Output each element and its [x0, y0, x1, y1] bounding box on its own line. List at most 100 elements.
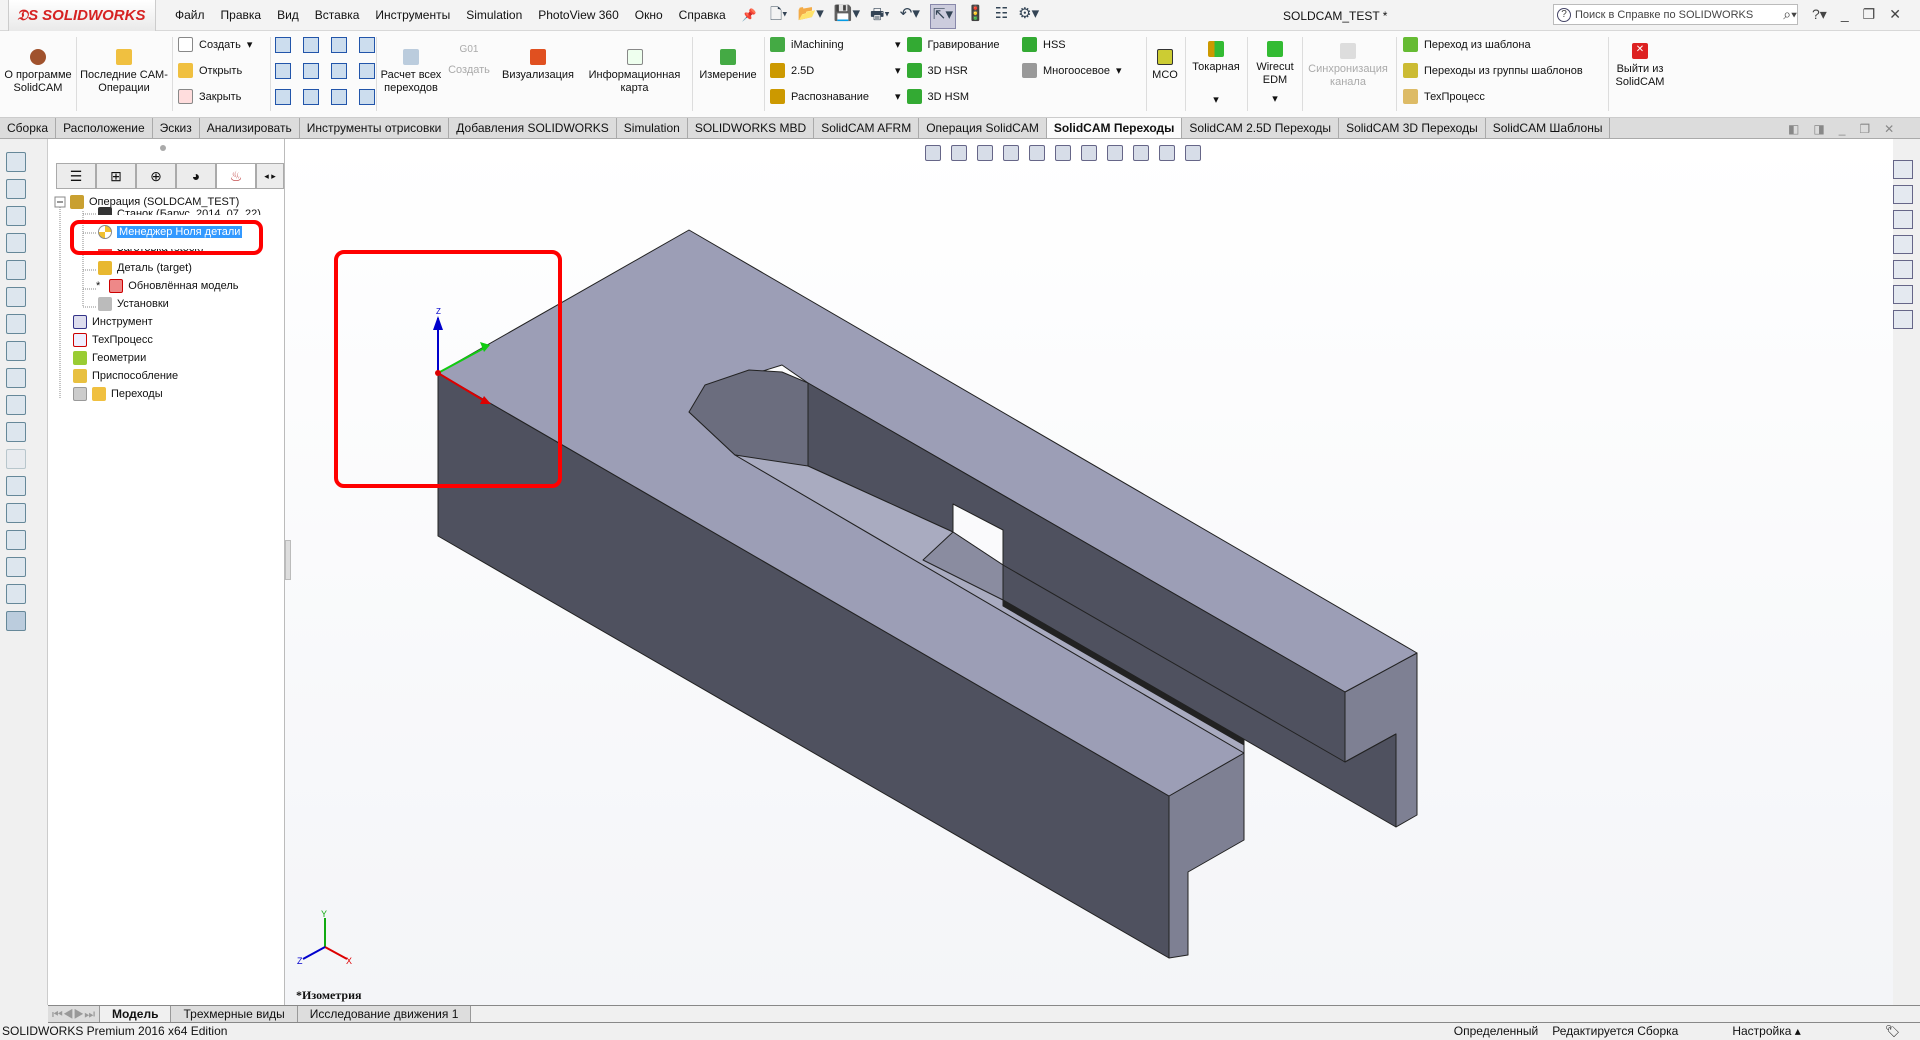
menu-view[interactable]: Вид: [277, 8, 299, 22]
view-icon[interactable]: [359, 89, 375, 105]
process-template-button[interactable]: ТехПроцесс: [1403, 89, 1583, 104]
print-icon[interactable]: 🖶▾: [870, 4, 890, 29]
close-doc-icon[interactable]: ✕: [1884, 122, 1894, 136]
paperclip-icon[interactable]: [6, 179, 26, 199]
view-icon[interactable]: [359, 37, 375, 53]
panel-splitter[interactable]: [285, 540, 291, 580]
edit-icon[interactable]: [6, 233, 26, 253]
components-icon[interactable]: [6, 206, 26, 226]
menu-file[interactable]: Файл: [175, 8, 205, 22]
tool-disabled-icon[interactable]: [6, 449, 26, 469]
menu-window[interactable]: Окно: [635, 8, 663, 22]
customize-button[interactable]: Настройка ▴: [1732, 1024, 1800, 1038]
view-icon[interactable]: [303, 89, 319, 105]
sketch-icon[interactable]: [6, 476, 26, 496]
open-part-icon[interactable]: [6, 152, 26, 172]
turning-button[interactable]: Токарная ▾: [1187, 33, 1245, 115]
menu-simulation[interactable]: Simulation: [466, 8, 522, 22]
file-properties-icon[interactable]: ☷: [995, 4, 1008, 29]
measure-button[interactable]: Измерение: [694, 33, 762, 115]
tag-icon[interactable]: 🏷: [1885, 1024, 1900, 1038]
solidworks-logo[interactable]: 𝔇S SOLIDWORKS: [8, 0, 156, 32]
settings-gear-icon[interactable]: [6, 368, 26, 388]
search-icon[interactable]: ⌕▾: [1783, 6, 1797, 23]
tab-0[interactable]: Сборка: [0, 118, 57, 138]
about-solidcam-button[interactable]: О программе SolidCAM: [2, 33, 74, 115]
appearances-icon[interactable]: [1893, 260, 1913, 279]
close-button[interactable]: Закрыть: [178, 89, 252, 104]
cube-icon[interactable]: [6, 530, 26, 550]
tab-4[interactable]: Инструменты отрисовки: [300, 118, 450, 138]
rebuild-icon[interactable]: 🚦: [966, 4, 985, 29]
save-icon[interactable]: 💾▾: [834, 4, 860, 29]
tab-3[interactable]: Анализировать: [200, 118, 300, 138]
select-icon[interactable]: ⇱▾: [929, 4, 956, 29]
rotate-icon[interactable]: [6, 287, 26, 307]
graphics-viewport[interactable]: [285, 139, 1893, 1005]
hss-button[interactable]: HSS: [1022, 37, 1121, 52]
tab-5[interactable]: Добавления SOLIDWORKS: [449, 118, 617, 138]
insert-icon[interactable]: [6, 260, 26, 280]
menu-photoview[interactable]: PhotoView 360: [538, 8, 619, 22]
tab-model[interactable]: Модель: [100, 1006, 172, 1022]
restore-icon[interactable]: ❐: [1863, 6, 1876, 23]
view-icon[interactable]: [331, 37, 347, 53]
appearance-icon[interactable]: [6, 584, 26, 604]
engraving-button[interactable]: ▾ Гравирование: [895, 37, 1000, 52]
channel-sync-button[interactable]: Синхронизация канала: [1304, 33, 1392, 115]
view-icon[interactable]: [331, 63, 347, 79]
view-settings-icon[interactable]: [1185, 145, 1201, 161]
open-icon[interactable]: 📂▾: [798, 4, 824, 29]
tab-12[interactable]: SolidCAM 3D Переходы: [1339, 118, 1486, 138]
exit-solidcam-button[interactable]: ✕ Выйти из SolidCAM: [1610, 33, 1670, 115]
open-button[interactable]: Открыть: [178, 63, 252, 78]
visualization-button[interactable]: Визуализация: [498, 33, 578, 115]
view-icon[interactable]: [275, 89, 291, 105]
tree-item-target[interactable]: Деталь (target): [98, 261, 192, 275]
minimize-doc-icon[interactable]: _: [1839, 122, 1846, 136]
layers-icon[interactable]: [6, 395, 26, 415]
tab-right-icon[interactable]: ◨: [1813, 122, 1824, 136]
scene-icon[interactable]: [1159, 145, 1175, 161]
zoom-area-icon[interactable]: [951, 145, 967, 161]
recent-operations-button[interactable]: Последние CAM-Операции: [78, 33, 170, 115]
new-document-icon[interactable]: 🗋▾: [770, 4, 788, 29]
3d-hsm-button[interactable]: ▾ 3D HSM: [895, 89, 1000, 104]
view-icon[interactable]: [303, 63, 319, 79]
imachining-button[interactable]: iMachining: [770, 37, 869, 52]
assembly-icon[interactable]: [6, 557, 26, 577]
custom-properties-icon[interactable]: [1893, 285, 1913, 304]
menu-tools[interactable]: Инструменты: [375, 8, 450, 22]
view-icon[interactable]: [275, 63, 291, 79]
tree-item-operations[interactable]: Переходы: [73, 387, 163, 401]
view-icon[interactable]: [359, 63, 375, 79]
tab-8[interactable]: SolidCAM AFRM: [814, 118, 920, 138]
tree-item-updated-model[interactable]: * Обновлённая модель: [96, 279, 239, 293]
tab-9[interactable]: Операция SolidCAM: [919, 118, 1047, 138]
hide-show-icon[interactable]: [1107, 145, 1123, 161]
mate-icon[interactable]: [6, 314, 26, 334]
forum-icon[interactable]: [1893, 310, 1913, 329]
tree-root-operation[interactable]: Операция (SOLDCAM_TEST): [70, 195, 239, 209]
template-operation-button[interactable]: Переход из шаблона: [1403, 37, 1583, 52]
tab-11[interactable]: SolidCAM 2.5D Переходы: [1182, 118, 1340, 138]
tab-7[interactable]: SOLIDWORKS MBD: [688, 118, 815, 138]
file-explorer-icon[interactable]: [1893, 210, 1913, 229]
create-button[interactable]: Создать ▾: [178, 37, 252, 52]
tree-item-geometry[interactable]: Геометрии: [73, 351, 146, 365]
restore-doc-icon[interactable]: ❐: [1859, 122, 1870, 136]
minimize-icon[interactable]: _: [1841, 6, 1849, 23]
tab-left-icon[interactable]: ◧: [1788, 122, 1799, 136]
drawing-icon[interactable]: [6, 503, 26, 523]
tree-item-settings[interactable]: Установки: [98, 297, 169, 311]
plane-icon[interactable]: [6, 341, 26, 361]
view-palette-icon[interactable]: [1893, 235, 1913, 254]
recognition-button[interactable]: Распознавание: [770, 89, 869, 104]
close-icon[interactable]: ✕: [1889, 6, 1901, 23]
view-icon[interactable]: [275, 37, 291, 53]
view-icon[interactable]: [303, 37, 319, 53]
dynamic-annotation-icon[interactable]: [1029, 145, 1045, 161]
view-orientation-icon[interactable]: [1055, 145, 1071, 161]
g01-create-button[interactable]: G01 Создать: [444, 33, 494, 115]
tab-scroll-arrows[interactable]: ⏮◀▶⏭: [48, 1006, 101, 1022]
